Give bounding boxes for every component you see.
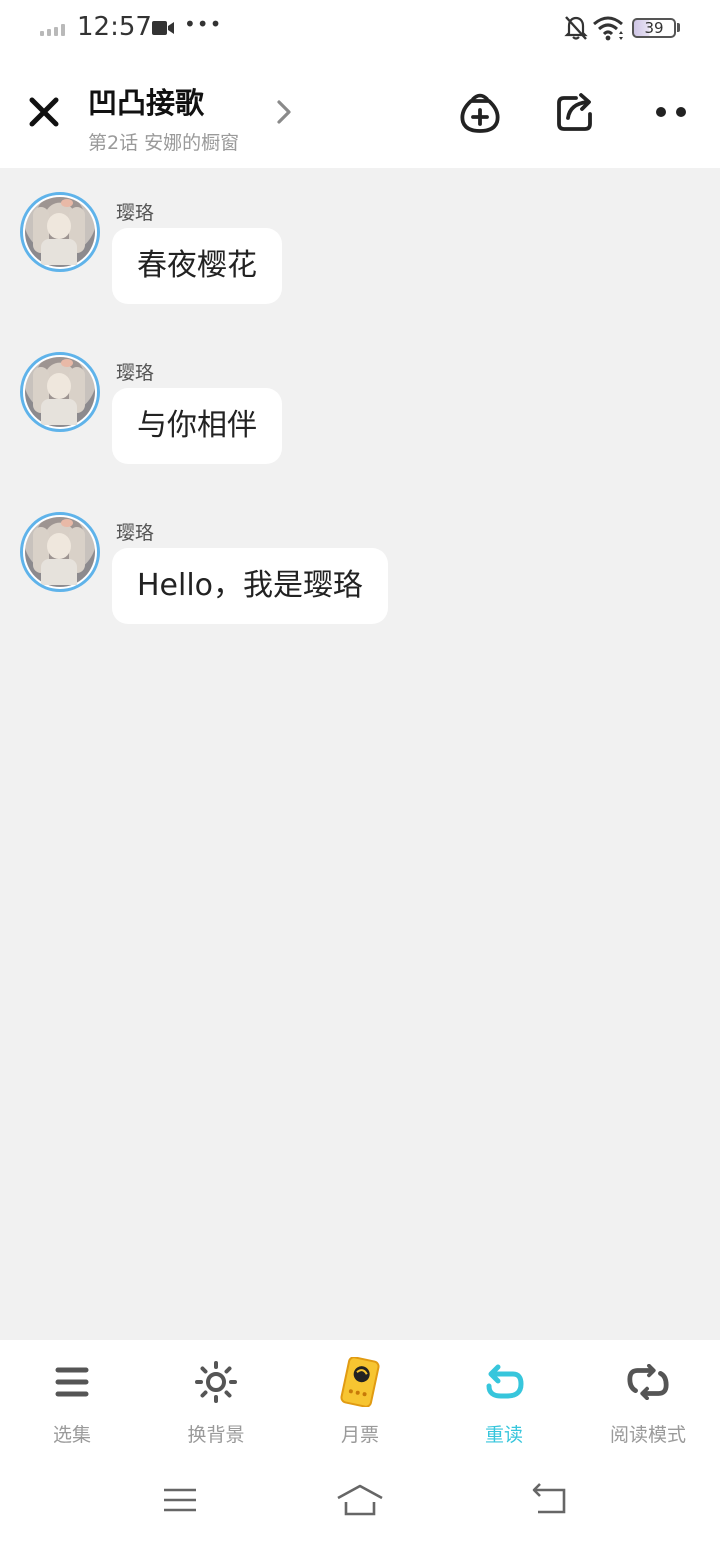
avatar[interactable] — [20, 512, 100, 592]
page-title: 凹凸接歌 — [88, 86, 205, 120]
share-icon — [557, 93, 592, 131]
toolbar-label: 重读 — [484, 1424, 523, 1446]
status-bar: 12:57 ••• 39 — [0, 0, 720, 56]
avatar[interactable] — [20, 352, 100, 432]
toolbar-item-episodes[interactable]: 选集 — [0, 1340, 144, 1460]
close-icon[interactable] — [24, 92, 64, 132]
sender-name: 璎珞 — [116, 522, 155, 544]
sender-name: 璎珞 — [116, 362, 155, 384]
message-bubble: 春夜樱花 — [112, 228, 282, 304]
toolbar-label: 换背景 — [187, 1424, 245, 1446]
sender-name: 璎珞 — [116, 202, 155, 224]
more-icon[interactable] — [648, 104, 692, 120]
chat-message: 璎珞 与你相伴 — [0, 328, 720, 464]
reread-icon — [482, 1360, 526, 1404]
menu-icon[interactable] — [158, 1482, 202, 1518]
toolbar-label: 选集 — [52, 1424, 91, 1446]
system-nav-bar — [0, 1460, 720, 1544]
status-time: 12:57 — [77, 12, 152, 42]
chat-message: 璎珞 春夜樱花 — [0, 168, 720, 304]
status-more-dots: ••• — [184, 12, 223, 36]
toolbar-item-monthly-ticket[interactable]: 月票 — [288, 1340, 432, 1460]
title-block[interactable]: 凹凸接歌 第2话 安娜的橱窗 — [88, 80, 239, 155]
chat-area[interactable]: 璎珞 春夜樱花 璎珞 与你相伴 璎珞 Hello，我是璎珞 — [0, 168, 720, 1340]
toolbar-item-reading-mode[interactable]: 阅读模式 — [576, 1340, 720, 1460]
toolbar-label: 月票 — [340, 1424, 379, 1446]
coin-bag-add-icon — [460, 93, 500, 133]
reader-header: 凹凸接歌 第2话 安娜的橱窗 — [0, 56, 720, 168]
avatar[interactable] — [20, 192, 100, 272]
signal-icon — [40, 24, 65, 36]
home-icon[interactable] — [336, 1482, 384, 1518]
bottom-toolbar: 选集 换背景 月票 重读 阅读模式 — [0, 1340, 720, 1460]
share-button[interactable] — [552, 88, 600, 136]
battery-tip — [677, 23, 680, 32]
bell-off-icon — [564, 16, 588, 40]
video-camera-icon — [152, 21, 174, 35]
list-icon — [50, 1360, 94, 1404]
reader-page: 12:57 ••• 39 凹凸接歌 第2话 安娜的橱窗 璎珞 春夜樱花 璎珞 与… — [0, 0, 720, 1544]
wifi-icon — [593, 16, 623, 41]
message-bubble: Hello，我是璎珞 — [112, 548, 389, 624]
episode-subtitle: 第2话 安娜的橱窗 — [88, 132, 240, 154]
back-icon[interactable] — [526, 1482, 570, 1518]
sun-icon — [194, 1360, 238, 1404]
chat-message: 璎珞 Hello，我是璎珞 — [0, 488, 720, 624]
message-bubble: 与你相伴 — [112, 388, 282, 464]
battery-icon: 39 — [632, 18, 676, 38]
monthly-ticket-icon — [338, 1357, 382, 1407]
toolbar-item-reread[interactable]: 重读 — [432, 1340, 576, 1460]
coin-bag-add-button[interactable] — [456, 88, 504, 136]
toolbar-item-background[interactable]: 换背景 — [144, 1340, 288, 1460]
reading-mode-icon — [626, 1360, 670, 1404]
chevron-right-icon[interactable] — [272, 98, 296, 126]
toolbar-label: 阅读模式 — [609, 1424, 686, 1446]
